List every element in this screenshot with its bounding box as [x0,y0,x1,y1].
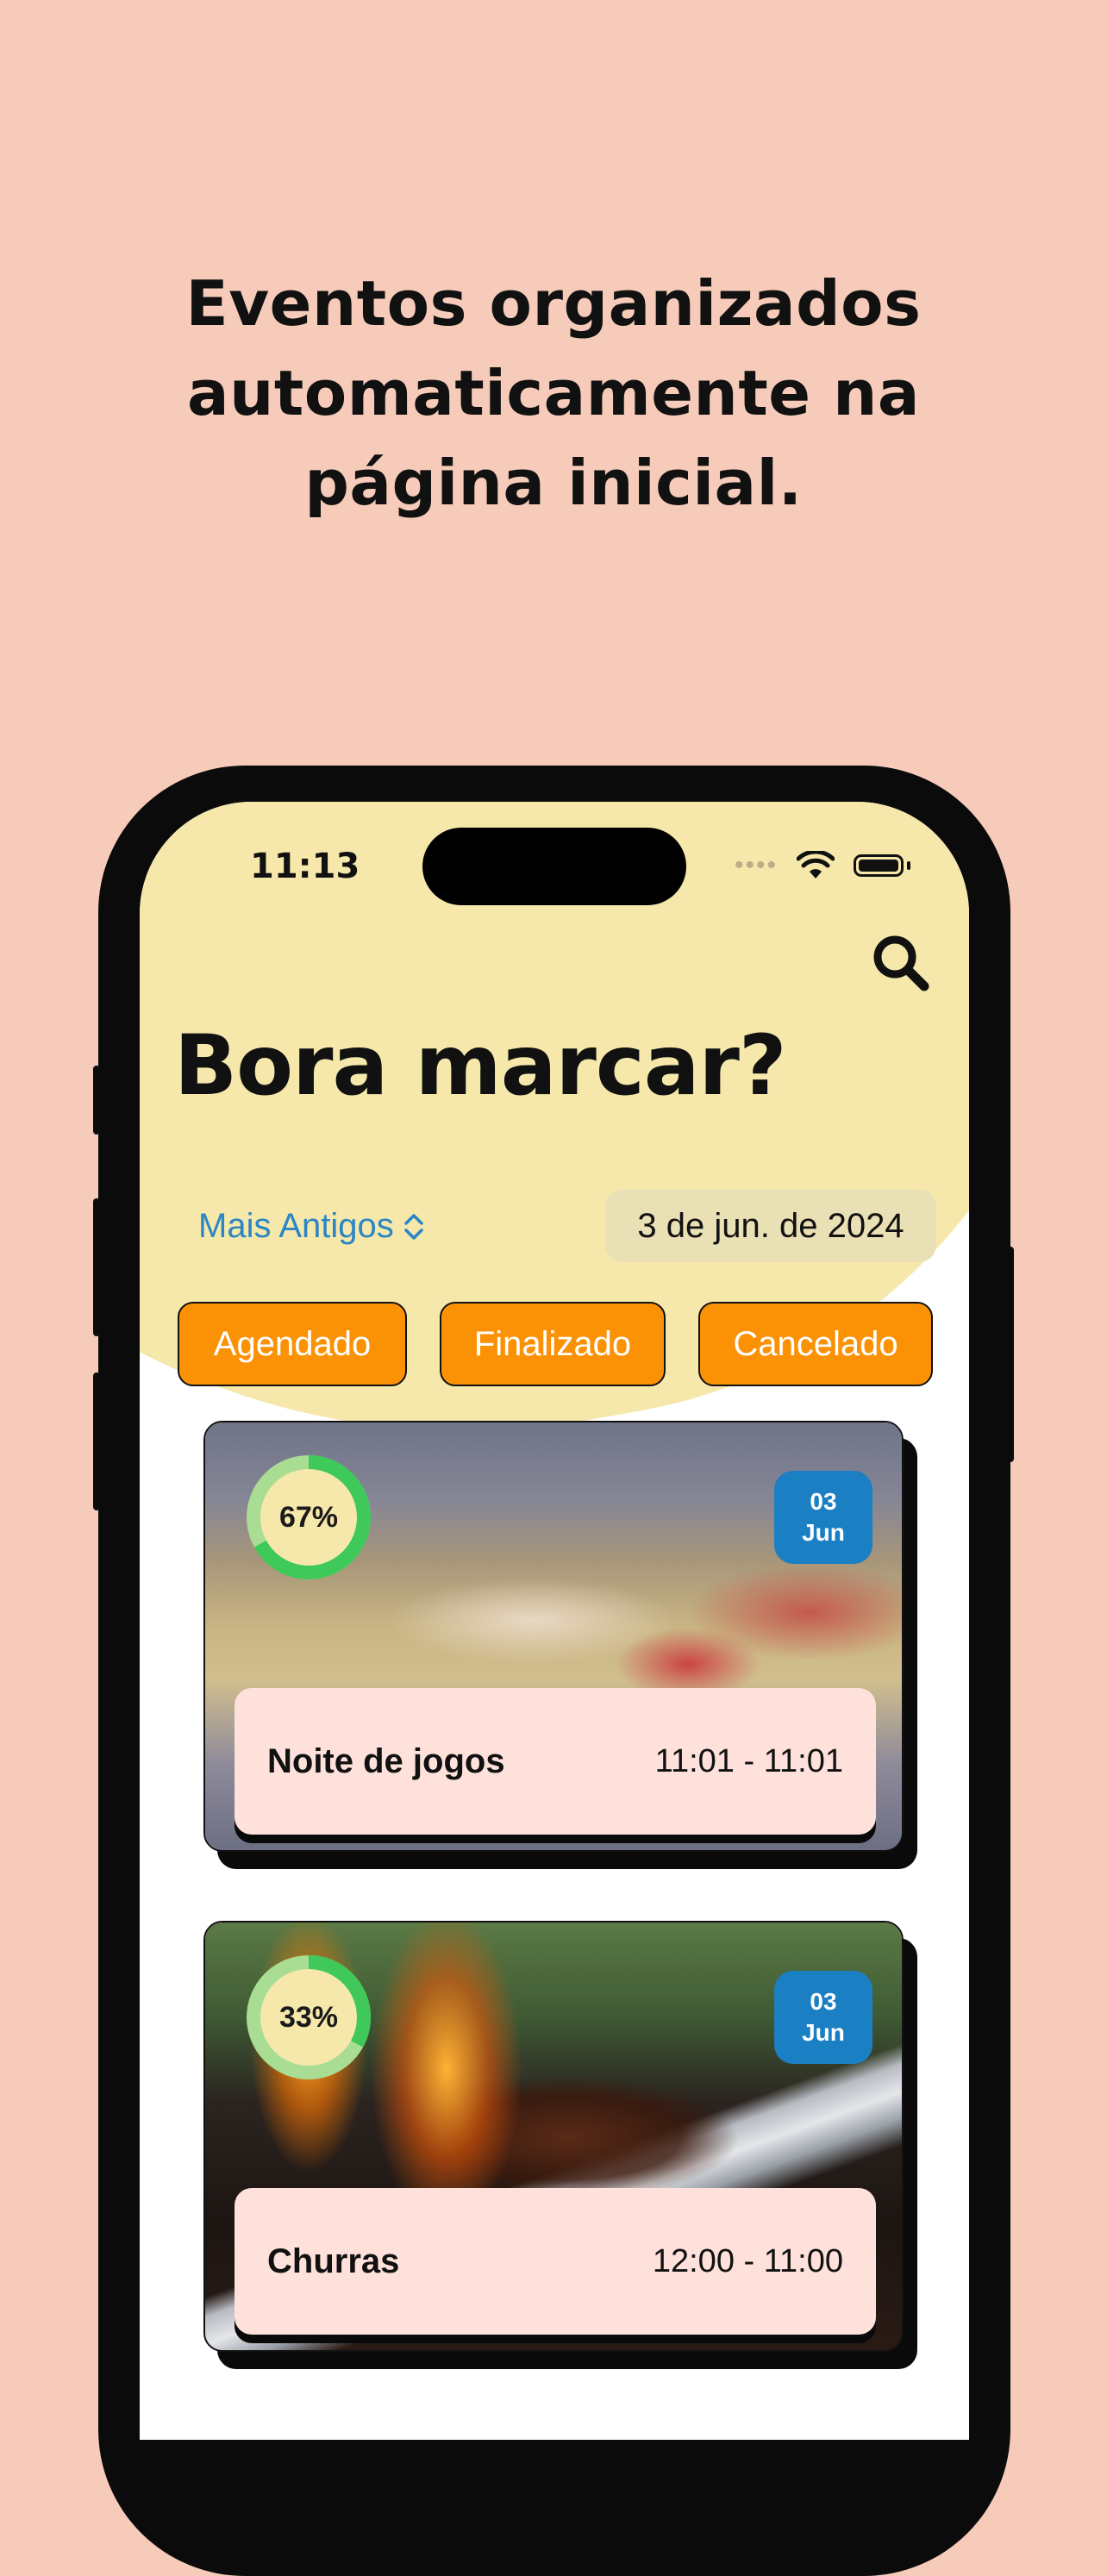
headline-line-2: automaticamente na [187,357,920,429]
filter-agendado-button[interactable]: Agendado [178,1302,407,1386]
sort-label: Mais Antigos [198,1207,394,1245]
date-badge-day: 03 [810,1988,837,2015]
event-info-panel: Churras 12:00 - 11:00 [235,2188,876,2335]
headline-line-3: página inicial. [304,447,803,519]
date-badge: 03 Jun [774,1971,872,2064]
progress-label: 67% [278,1500,339,1534]
date-picker[interactable]: 3 de jun. de 2024 [605,1190,936,1262]
event-card[interactable]: 67% 03 Jun Noite de jogos 11:01 - 11:01 [203,1421,919,1869]
status-filters: Agendado Finalizado Cancelado [178,1302,933,1386]
progress-label: 33% [278,2000,339,2034]
chevron-up-down-icon [404,1213,423,1240]
event-card-body[interactable]: 33% 03 Jun Churras 12:00 - 11:00 [203,1921,904,2352]
event-name: Noite de jogos [267,1741,505,1780]
event-card-body[interactable]: 67% 03 Jun Noite de jogos 11:01 - 11:01 [203,1421,904,1852]
event-card[interactable]: 33% 03 Jun Churras 12:00 - 11:00 [203,1921,919,2369]
battery-tip [907,861,911,870]
event-info-panel: Noite de jogos 11:01 - 11:01 [235,1688,876,1835]
date-badge-month: Jun [802,2019,845,2046]
wifi-icon [797,851,835,878]
filter-cancelado-button[interactable]: Cancelado [698,1302,933,1386]
headline-line-1: Eventos organizados [185,267,922,340]
battery-icon [854,854,904,877]
status-time: 11:13 [250,847,360,886]
filter-finalizado-button[interactable]: Finalizado [440,1302,666,1386]
date-badge-day: 03 [810,1488,837,1515]
event-time: 12:00 - 11:00 [652,2242,843,2279]
search-icon[interactable] [869,931,931,993]
event-time: 11:01 - 11:01 [654,1742,843,1779]
date-badge-month: Jun [802,1519,845,1546]
app-title: Bora marcar? [174,1017,787,1114]
event-name: Churras [267,2241,400,2280]
signal-icon: •••• [735,851,779,879]
phone-screen: 11:13 •••• Bora marcar? Mais Antigos 3 d… [140,802,969,2440]
dynamic-island [422,828,686,905]
sort-selector[interactable]: Mais Antigos [198,1207,425,1246]
marketing-headline: Eventos organizados automaticamente na p… [0,259,1107,528]
status-icons: •••• [735,847,911,885]
date-badge: 03 Jun [774,1471,872,1564]
